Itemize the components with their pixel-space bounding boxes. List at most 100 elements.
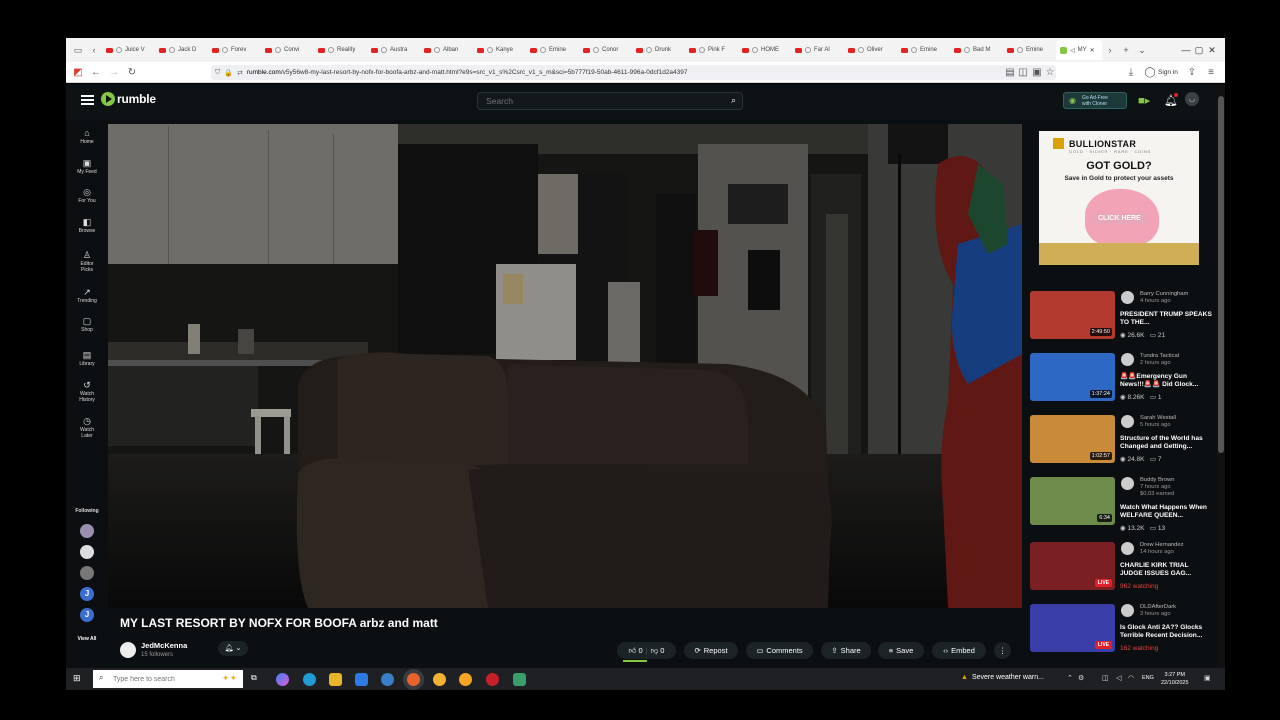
browser-tab[interactable]: Bad M	[950, 40, 1003, 60]
tab-overview-icon[interactable]: ▭	[70, 45, 86, 56]
video-title[interactable]: CHARLIE KIRK TRIAL JUDGE ISSUES GAG...	[1120, 562, 1212, 578]
video-title[interactable]: PRESIDENT TRUMP SPEAKS TO THE...	[1120, 311, 1212, 327]
search-input[interactable]	[486, 96, 716, 106]
tray-chevron-icon[interactable]: ⌃	[1067, 674, 1073, 682]
recommended-video[interactable]: 1:37:24 Tundra Tactical 2 hours ago 🚨🚨Emerg…	[1030, 353, 1215, 411]
channel-name[interactable]: Barry Cunningham	[1140, 291, 1188, 297]
channel-info[interactable]: JedMcKenna 15 followers	[120, 641, 187, 658]
channel-name[interactable]: JedMcKenna	[141, 641, 187, 650]
browser-tab[interactable]: Emine	[526, 40, 579, 60]
channel-name[interactable]: Drew Hernandez	[1140, 542, 1184, 548]
signin-link[interactable]: Sign in	[1158, 69, 1178, 76]
back-icon[interactable]: ←	[87, 67, 105, 78]
tray-network-icon[interactable]: ◫	[1102, 674, 1109, 682]
browser-tab[interactable]: Emine	[1003, 40, 1056, 60]
sidebar-item-watch[interactable]: ↺ Watch History	[66, 380, 108, 403]
edge-icon[interactable]	[303, 673, 316, 686]
video-thumbnail[interactable]: 1:37:24	[1030, 353, 1115, 401]
browser-tab-active[interactable]: ◁ MY ✕	[1056, 40, 1102, 60]
browser-tab[interactable]: Kanye	[473, 40, 526, 60]
emoji-app-icon[interactable]	[433, 673, 446, 686]
channel-avatar[interactable]	[1121, 291, 1134, 304]
ad-cta-button[interactable]: CLICK HERE	[1090, 213, 1149, 224]
tray-wifi-icon[interactable]: ◠	[1128, 674, 1134, 682]
bullionstar-ad[interactable]: BULLIONSTAR GOLD · SILVER · RARE · COINS…	[1039, 131, 1199, 265]
browser-tab[interactable]: HOME	[738, 40, 791, 60]
video-title[interactable]: Is Glock Anti 2A?? Glocks Terrible Recen…	[1120, 624, 1212, 640]
close-window-icon[interactable]: ✕	[1199, 38, 1225, 62]
share-button[interactable]: ⇪ Share	[821, 642, 871, 659]
channel-name[interactable]: Buddy Brown	[1140, 477, 1174, 483]
new-tab-icon[interactable]: +	[1118, 45, 1134, 55]
browser-tab[interactable]: Juice V	[102, 40, 155, 60]
video-thumbnail[interactable]: LIVE	[1030, 604, 1115, 652]
windows-start-icon[interactable]: ⊞	[73, 673, 81, 684]
recommended-video[interactable]: 6:34 Buddy Brown 7 hours ago $0.03 earned Wa…	[1030, 477, 1215, 535]
language-indicator[interactable]: ENG	[1142, 675, 1154, 681]
channel-avatar[interactable]	[1121, 604, 1134, 617]
sidebar-item-library[interactable]: ▤ Library	[66, 350, 108, 367]
recommended-video[interactable]: 1:02:57 Sarah Westall 5 hours ago Structure…	[1030, 415, 1215, 473]
embed-button[interactable]: ‹› Embed	[932, 642, 986, 659]
upload-icon[interactable]: ■▸	[1138, 94, 1150, 107]
browser-tab[interactable]: Conor	[579, 40, 632, 60]
lock-icon[interactable]: 🔒	[224, 69, 233, 77]
followed-channel-avatar[interactable]	[80, 524, 94, 538]
recommended-video[interactable]: 2:49:50 Barry Cunningham 4 hours ago PRESID…	[1030, 291, 1215, 349]
channel-avatar[interactable]	[1121, 353, 1134, 366]
user-avatar-icon[interactable]: ◡	[1185, 92, 1199, 106]
video-thumbnail[interactable]: 6:34	[1030, 477, 1115, 525]
like-button[interactable]: 👍︎ 0	[629, 646, 643, 656]
sidebar-item-browse[interactable]: ◧ Browse	[66, 217, 108, 234]
scrollbar-thumb[interactable]	[1218, 96, 1224, 453]
menu-icon[interactable]: ≡	[1202, 67, 1220, 78]
subscribe-bell-button[interactable]: 🔔︎ ⌄	[218, 641, 248, 656]
video-thumbnail[interactable]: 2:49:50	[1030, 291, 1115, 339]
repost-button[interactable]: ⟳ Repost	[684, 642, 738, 659]
channel-avatar[interactable]	[1121, 542, 1134, 555]
browser-tab[interactable]: Pink F	[685, 40, 738, 60]
extensions-icon[interactable]: ⇪	[1183, 67, 1201, 78]
hamburger-menu-icon[interactable]	[81, 95, 94, 105]
notifications-icon[interactable]: ▣	[1204, 674, 1211, 682]
account-icon[interactable]: ◯	[1141, 67, 1159, 78]
followed-channel-avatar[interactable]: J	[80, 608, 94, 622]
browser-tab[interactable]: Jack D	[155, 40, 208, 60]
video-title[interactable]: 🚨🚨Emergency Gun News!!!🚨🚨 Did Glock...	[1120, 373, 1212, 389]
channel-avatar[interactable]	[1121, 477, 1134, 490]
followed-channel-avatar[interactable]: J	[80, 587, 94, 601]
channel-avatar[interactable]	[120, 641, 136, 658]
firefox-icon[interactable]	[407, 673, 420, 686]
go-ad-free-button[interactable]: Go Ad-Free with Cloner	[1063, 92, 1127, 109]
tab-list-chevron-icon[interactable]: ⌄	[1134, 45, 1150, 56]
dislike-button[interactable]: 👎︎ 0	[651, 646, 665, 656]
followed-channel-avatar[interactable]	[80, 545, 94, 559]
url-text[interactable]: rumble.com/v5y56w8-my-last-resort-by-nof…	[247, 69, 688, 76]
video-title[interactable]: Structure of the World has Changed and G…	[1120, 435, 1212, 451]
store-icon[interactable]	[355, 673, 368, 686]
sidebar-item-editor[interactable]: ♙ Editor Picks	[66, 250, 108, 273]
reload-icon[interactable]: ↻	[123, 67, 141, 78]
video-thumbnail[interactable]: 1:02:57	[1030, 415, 1115, 463]
more-options-button[interactable]: ⋮	[994, 642, 1011, 659]
comments-button[interactable]: ▭ Comments	[746, 642, 813, 659]
view-all-link[interactable]: View All	[66, 636, 108, 642]
search-box[interactable]: ⌕	[477, 92, 743, 110]
task-view-icon[interactable]: ⧉	[251, 673, 264, 686]
spreadsheet-icon[interactable]	[513, 673, 526, 686]
bookmark-star-icon[interactable]: ☆	[1041, 67, 1059, 78]
video-frame[interactable]	[108, 124, 1022, 608]
video-player[interactable]	[108, 124, 1022, 608]
browser-tab[interactable]: Alban	[420, 40, 473, 60]
video-title[interactable]: Watch What Happens When WELFARE QUEEN...	[1120, 504, 1212, 520]
vpn-app-icon[interactable]	[486, 673, 499, 686]
rumble-logo[interactable]: rumble	[101, 92, 156, 106]
channel-name[interactable]: Tundra Tactical	[1140, 353, 1179, 359]
sidebar-item-for-you[interactable]: ◎ For You	[66, 187, 108, 204]
weather-widget[interactable]: ▲ Severe weather warn...	[961, 674, 1044, 681]
file-explorer-icon[interactable]	[329, 673, 342, 686]
search-icon[interactable]: ⌕	[731, 95, 736, 106]
taskbar-search[interactable]: ⌕ ✦✦	[93, 670, 243, 688]
browser-tab[interactable]: Convi	[261, 40, 314, 60]
followed-channel-avatar[interactable]	[80, 566, 94, 580]
